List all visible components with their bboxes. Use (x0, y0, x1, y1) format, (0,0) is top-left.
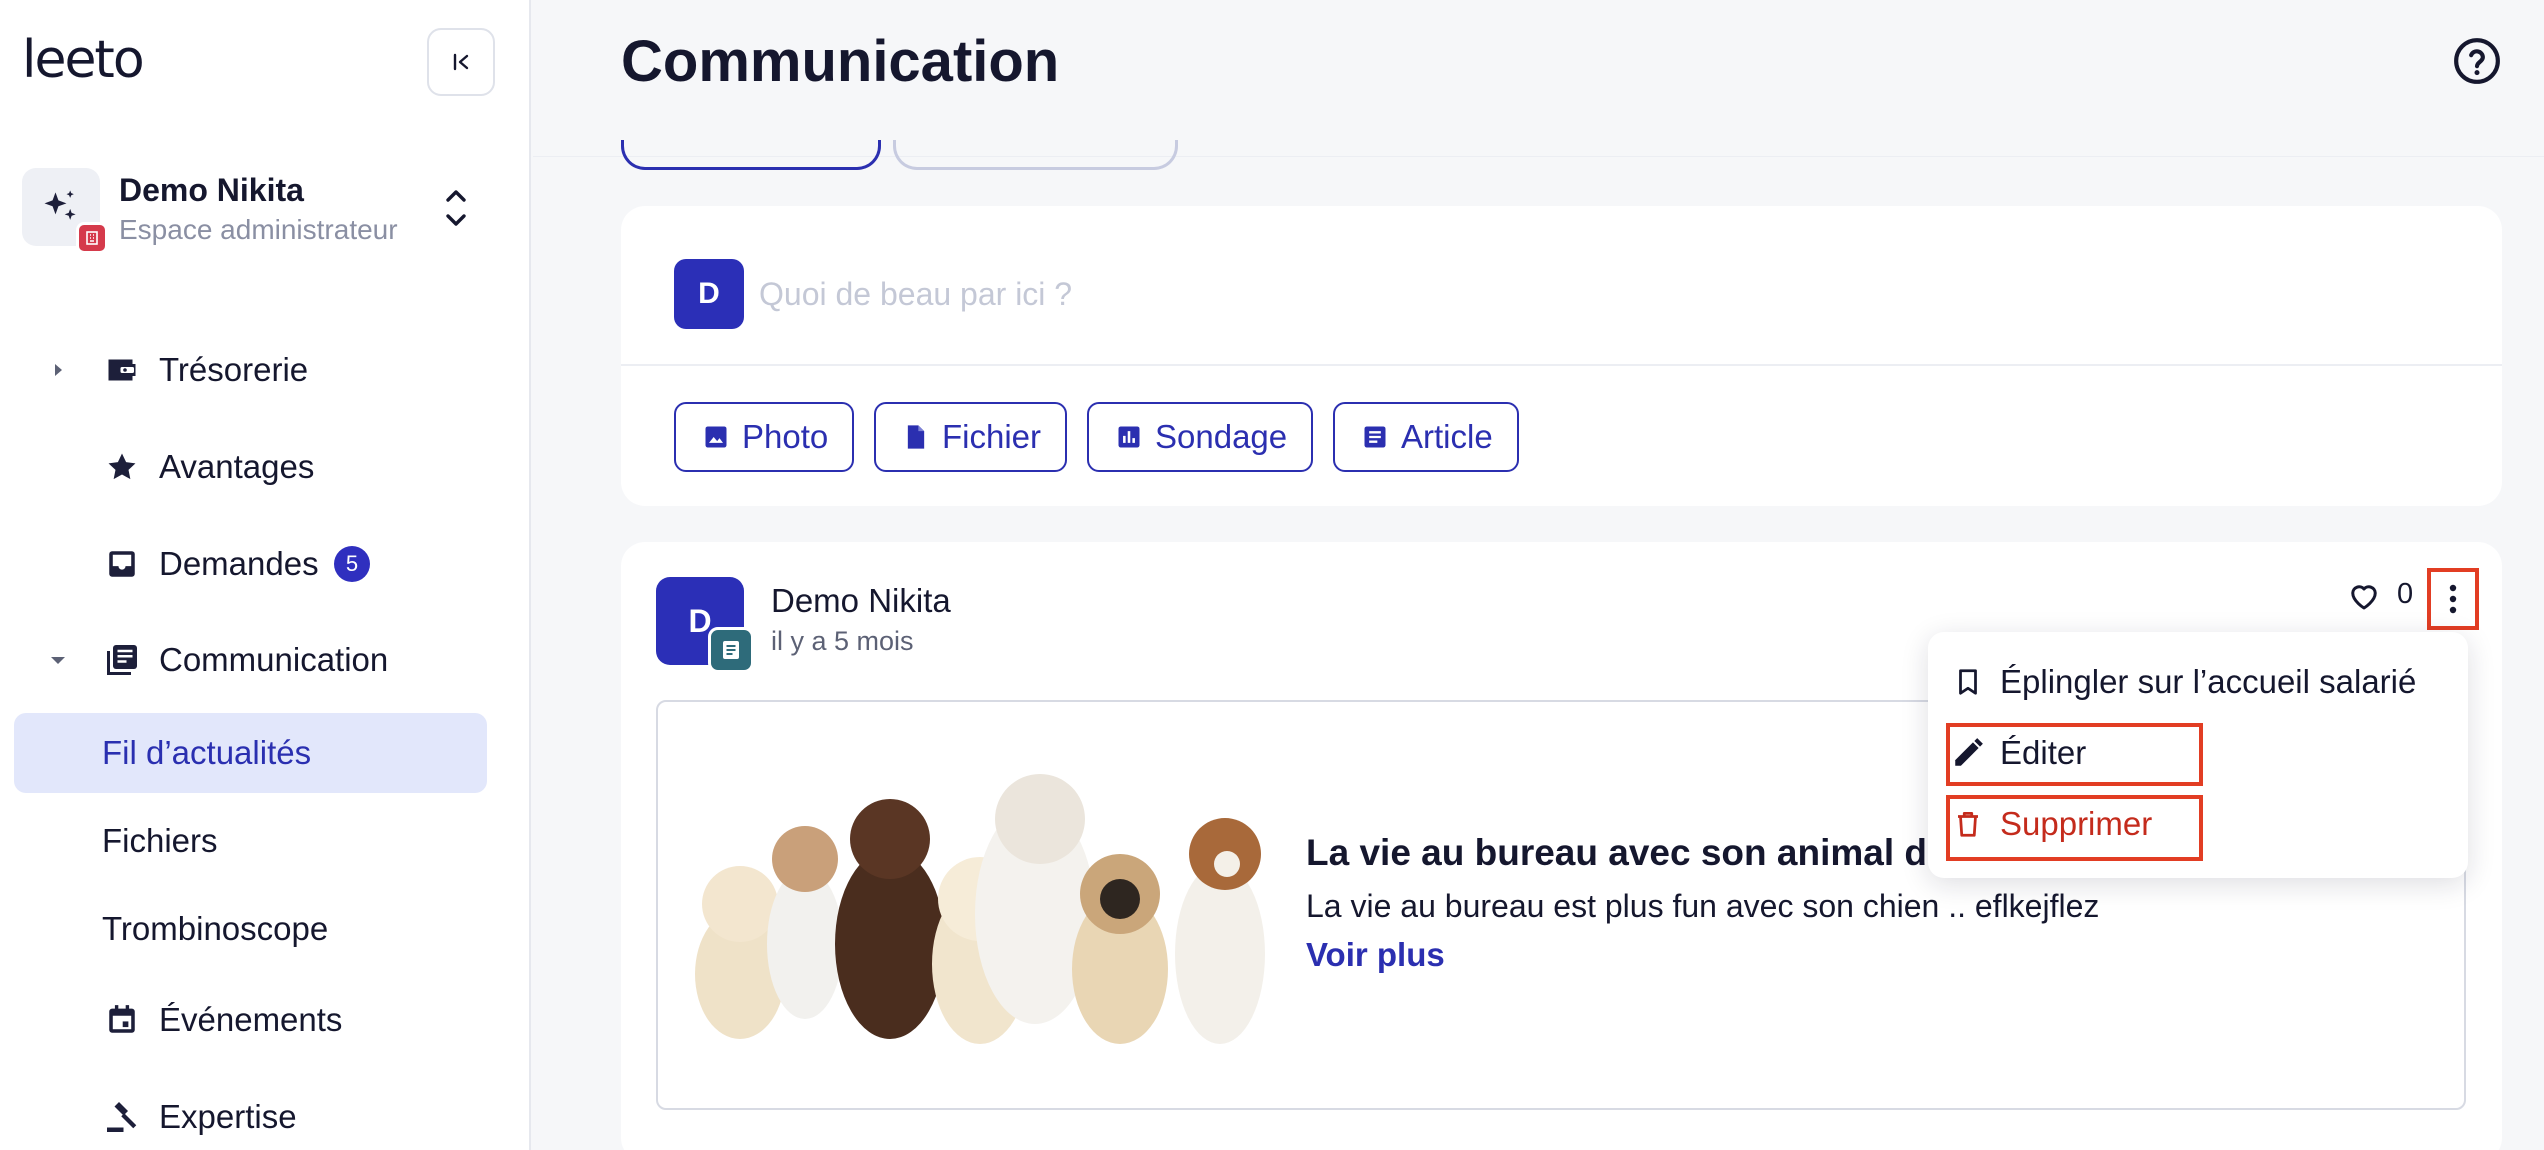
sidebar-subitem-trombinoscope[interactable]: Trombinoscope (14, 889, 487, 969)
demandes-count-badge: 5 (334, 546, 370, 582)
wallet-icon (102, 350, 142, 390)
sidebar-item-tresorerie[interactable]: Trésorerie (0, 330, 500, 410)
edit-highlight-box (1946, 723, 2203, 786)
chevron-up-down-icon (446, 190, 466, 226)
post-timestamp: il y a 5 mois (771, 626, 914, 656)
collapse-sidebar-button[interactable] (427, 28, 495, 96)
file-button[interactable]: Fichier (874, 402, 1068, 472)
sparkles-icon (44, 190, 76, 220)
post-more-options-button[interactable] (2427, 568, 2479, 630)
sidebar-subitem-fichiers[interactable]: Fichiers (14, 801, 487, 881)
article-button[interactable]: Article (1333, 402, 1519, 472)
poll-button[interactable]: Sondage (1087, 402, 1314, 472)
article-description: La vie au bureau est plus fun avec son c… (1306, 888, 2100, 924)
caret-right-icon (55, 364, 62, 376)
more-vertical-icon (2449, 584, 2457, 614)
file-icon (907, 425, 925, 449)
sidebar-item-label: Avantages (159, 448, 315, 485)
admin-badge (76, 222, 108, 254)
see-more-link[interactable]: Voir plus (1306, 936, 1445, 974)
filter-tab-active[interactable] (621, 140, 881, 170)
sidebar-item-label: Communication (159, 641, 389, 678)
delete-highlight-box (1946, 795, 2203, 861)
calendar-icon (102, 1000, 142, 1040)
sidebar-item-avantages[interactable]: Avantages (0, 427, 500, 507)
sidebar-item-label: Événements (159, 1001, 343, 1038)
sidebar-subitem-label: Trombinoscope (102, 910, 329, 947)
heart-icon[interactable] (2346, 578, 2382, 614)
image-icon (705, 426, 727, 448)
newspaper-icon (102, 640, 142, 680)
article-icon (723, 641, 739, 659)
help-button[interactable] (2452, 36, 2502, 86)
workspace-name: Demo Nikita (119, 172, 304, 208)
star-icon (102, 447, 142, 487)
sidebar-subitem-label: Fichiers (102, 822, 218, 859)
poll-icon (1118, 426, 1140, 448)
composer-input[interactable] (759, 264, 2459, 324)
help-circle-icon (2454, 38, 2500, 84)
inbox-icon (102, 544, 142, 584)
sidebar: leeto Demo Nikita Espace administrateur … (0, 0, 531, 1150)
sidebar-subitem-label: Fil d’actualités (102, 734, 312, 771)
poll-button-label: Sondage (1155, 418, 1288, 455)
sidebar-item-evenements[interactable]: Événements (0, 980, 500, 1060)
sidebar-item-label: Trésorerie (159, 351, 309, 388)
like-count: 0 (2397, 578, 2414, 610)
caret-down-icon (51, 657, 65, 664)
page-title: Communication (621, 29, 1060, 94)
gavel-icon (102, 1097, 142, 1137)
article-button-label: Article (1401, 418, 1493, 455)
bookmark-icon (1948, 662, 1988, 702)
sidebar-item-communication[interactable]: Communication (0, 620, 500, 700)
file-button-label: Fichier (942, 418, 1042, 455)
post-author-name: Demo Nikita (771, 582, 951, 619)
collapse-left-icon (453, 53, 469, 71)
dogs-article-image (680, 764, 1290, 1052)
building-icon (86, 231, 98, 245)
leeto-logo: leeto (22, 30, 145, 90)
sidebar-item-demandes[interactable]: Demandes 5 (0, 524, 500, 604)
article-title: La vie au bureau avec son animal de c (1306, 832, 1979, 873)
article-icon (1364, 426, 1386, 448)
composer-divider (621, 364, 2502, 366)
article-type-badge (708, 627, 754, 673)
sidebar-item-expertise[interactable]: Expertise (0, 1077, 500, 1150)
sidebar-subitem-fil-actualites[interactable]: Fil d’actualités (14, 713, 487, 793)
photo-button[interactable]: Photo (674, 402, 855, 472)
sidebar-item-label: Demandes (159, 545, 319, 582)
photo-button-label: Photo (742, 418, 829, 455)
workspace-role: Espace administrateur (119, 214, 398, 245)
menu-item-label: Éplingler sur l’accueil salarié (2000, 663, 2417, 700)
composer-avatar: D (674, 259, 744, 329)
workspace-switcher[interactable]: Demo Nikita Espace administrateur (22, 168, 502, 258)
filter-tab[interactable] (893, 140, 1178, 170)
menu-item-pin[interactable]: Éplingler sur l’accueil salarié (1948, 650, 2448, 714)
post-composer: D Photo Fichier Sondage Article (621, 206, 2502, 506)
sidebar-item-label: Expertise (159, 1098, 297, 1135)
